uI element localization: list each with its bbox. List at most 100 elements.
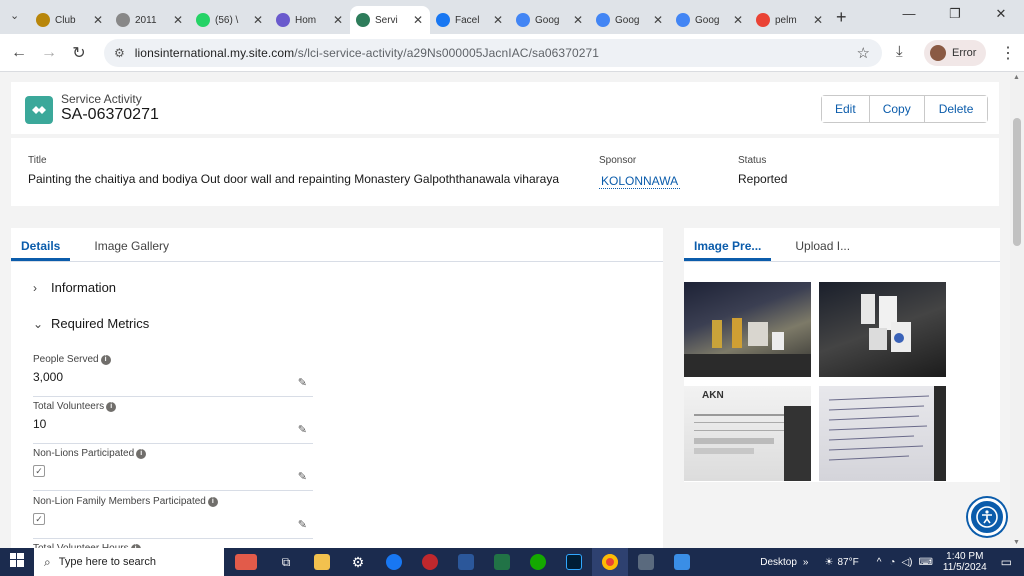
copy-button[interactable]: Copy (869, 96, 925, 122)
new-tab-button[interactable]: + (836, 7, 847, 28)
close-tab-icon[interactable]: ✕ (492, 13, 504, 27)
close-tab-icon[interactable]: ✕ (332, 13, 344, 27)
edit-pencil-icon[interactable]: ✎ (298, 423, 307, 436)
close-tab-icon[interactable]: ✕ (652, 13, 664, 27)
scroll-down-icon[interactable]: ▼ (1013, 539, 1020, 546)
keyboard-icon[interactable]: ⌨ (918, 557, 932, 568)
profile-button[interactable]: Error (924, 40, 986, 66)
word-icon[interactable] (448, 548, 484, 576)
browser-tab[interactable]: (56) \ ✕ (190, 6, 270, 34)
desktop-label[interactable]: Desktop (760, 557, 797, 568)
back-icon[interactable]: ← (4, 44, 34, 62)
metric-label: Total Volunteers i (33, 401, 313, 412)
edit-button[interactable]: Edit (822, 96, 870, 122)
excel-icon[interactable] (484, 548, 520, 576)
image-thumbnail-3[interactable]: AKN (684, 386, 811, 481)
download-icon[interactable]: ⤓ (896, 43, 903, 60)
address-bar[interactable]: ⚙ lionsinternational.my.site.com/s/lci-s… (104, 39, 882, 67)
image-tabs: Image Pre... Upload I... (684, 228, 1000, 262)
photos-icon[interactable] (664, 548, 700, 576)
required-metrics-section-toggle[interactable]: ⌄ Required Metrics (33, 316, 149, 331)
chrome-icon[interactable] (592, 548, 628, 576)
reload-icon[interactable]: ↻ (64, 43, 94, 63)
close-window-icon[interactable]: ✕ (978, 6, 1024, 22)
calculator-icon[interactable] (628, 548, 664, 576)
file-explorer-icon[interactable] (304, 548, 340, 576)
task-view-icon[interactable]: ⧉ (268, 548, 304, 576)
volume-icon[interactable]: ◁) (901, 557, 912, 568)
accessibility-button[interactable] (968, 498, 1006, 536)
browser-tab-title: Goog (535, 14, 560, 26)
metric-label: Non-Lion Family Members Participated i (33, 496, 313, 507)
minimize-icon[interactable]: — (886, 6, 932, 22)
tab-search-icon[interactable]: ⌄ (10, 9, 19, 22)
close-tab-icon[interactable]: ✕ (572, 13, 584, 27)
browser-tab[interactable]: Facel ✕ (430, 6, 510, 34)
facebook-icon[interactable] (376, 548, 412, 576)
settings-icon[interactable]: ⚙ (340, 548, 376, 576)
close-tab-icon[interactable]: ✕ (172, 13, 184, 27)
image-thumbnail-4[interactable] (819, 386, 946, 481)
edit-pencil-icon[interactable]: ✎ (298, 518, 307, 531)
info-icon[interactable]: i (106, 401, 117, 412)
service-activity-icon (25, 96, 53, 124)
browser-tab[interactable]: Goog ✕ (670, 6, 750, 34)
record-header: Service Activity SA-06370271 Edit Copy D… (11, 82, 999, 134)
page-scrollbar[interactable]: ▲ ▼ (1010, 72, 1024, 548)
tab-image-gallery[interactable]: Image Gallery (84, 239, 179, 261)
whatsapp-icon (196, 13, 210, 27)
weather-temp[interactable]: 87°F (837, 557, 858, 568)
windows-start-icon[interactable] (0, 552, 34, 572)
wifi-icon[interactable]: ◔ (889, 557, 895, 568)
tab-image-preview[interactable]: Image Pre... (684, 239, 772, 261)
url-text[interactable]: lionsinternational.my.site.com/s/lci-ser… (135, 46, 599, 60)
scrollbar-thumb[interactable] (1013, 118, 1021, 246)
app-red-icon[interactable] (412, 548, 448, 576)
google-translate-icon (676, 13, 690, 27)
image-thumbnail-1[interactable] (684, 282, 811, 377)
info-icon[interactable]: i (207, 496, 218, 507)
close-tab-icon[interactable]: ✕ (412, 13, 424, 27)
forward-icon[interactable]: → (34, 44, 64, 62)
delete-button[interactable]: Delete (924, 96, 988, 122)
clock[interactable]: 1:40 PM 11/5/2024 (943, 551, 987, 573)
chevron-down-icon: ⌄ (33, 316, 44, 331)
edit-pencil-icon[interactable]: ✎ (298, 470, 307, 483)
upwork-icon[interactable] (520, 548, 556, 576)
metric-label-text: Total Volunteers (33, 401, 105, 412)
sponsor-link[interactable]: KOLONNAWA (599, 174, 681, 189)
browser-tab[interactable]: 2011 ✕ (110, 6, 190, 34)
bookmark-star-icon[interactable]: ☆ (857, 44, 870, 62)
close-tab-icon[interactable]: ✕ (732, 13, 744, 27)
browser-tab[interactable]: Servi ✕ (350, 6, 430, 34)
browser-tab[interactable]: Hom ✕ (270, 6, 350, 34)
tab-details[interactable]: Details (11, 239, 71, 261)
edit-pencil-icon[interactable]: ✎ (298, 376, 307, 389)
scroll-up-icon[interactable]: ▲ (1013, 74, 1020, 81)
image-thumbnail-2[interactable] (819, 282, 946, 377)
browser-tab[interactable]: pelm ✕ (750, 6, 830, 34)
notifications-icon[interactable]: ▭ (1001, 555, 1012, 569)
browser-tab[interactable]: Goog ✕ (590, 6, 670, 34)
details-card: Details Image Gallery › Information ⌄ Re… (11, 228, 663, 548)
taskbar-search[interactable]: ⌕ Type here to search (34, 548, 224, 576)
tray-chevron-up-icon[interactable]: ^ (877, 557, 882, 568)
tab-upload-image[interactable]: Upload I... (785, 239, 860, 261)
close-tab-icon[interactable]: ✕ (252, 13, 264, 27)
browser-tab[interactable]: Goog ✕ (510, 6, 590, 34)
info-icon[interactable]: i (136, 448, 147, 459)
chevron-right-icon[interactable]: » (803, 557, 809, 568)
browser-tab[interactable]: Club ✕ (30, 6, 110, 34)
close-tab-icon[interactable]: ✕ (812, 13, 824, 27)
site-settings-icon[interactable]: ⚙ (114, 46, 125, 60)
close-tab-icon[interactable]: ✕ (92, 13, 104, 27)
photoshop-icon[interactable] (556, 548, 592, 576)
metric-label-text: Non-Lions Participated (33, 448, 135, 459)
weather-icon[interactable]: ☀ (824, 557, 833, 568)
information-section-toggle[interactable]: › Information (33, 280, 116, 295)
news-widget-icon[interactable] (224, 548, 268, 576)
record-type-label: Service Activity (61, 92, 142, 106)
maximize-icon[interactable]: ❐ (932, 6, 978, 22)
browser-menu-icon[interactable]: ⋮ (1000, 43, 1016, 63)
info-icon[interactable]: i (100, 354, 111, 365)
